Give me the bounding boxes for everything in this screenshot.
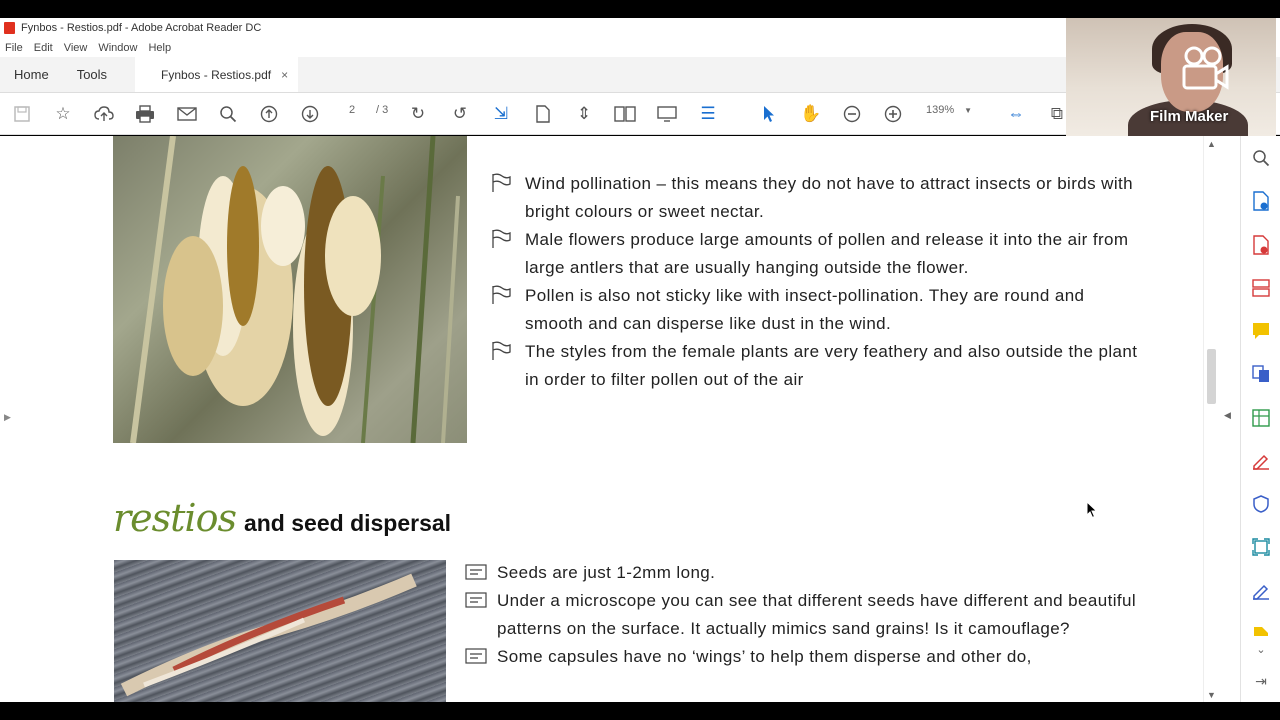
section-heading: restios and seed dispersal <box>113 496 451 546</box>
heading-script-word: restios <box>113 496 237 540</box>
scrolling-icon[interactable]: ⇕ <box>573 103 595 125</box>
checklist-bullet-icon <box>465 592 487 608</box>
flag-bullet-icon <box>492 285 511 304</box>
page-number-input[interactable]: 2 <box>340 104 364 116</box>
bullet-text: Seeds are just 1-2mm long. <box>497 563 716 582</box>
bullet-text: Wind pollination – this means they do no… <box>525 174 1134 221</box>
hand-tool-icon[interactable]: ✋ <box>800 103 822 125</box>
fit-width-icon[interactable]: ⇔ <box>1005 103 1027 125</box>
checklist-bullet-icon <box>465 648 487 664</box>
menu-window[interactable]: Window <box>98 42 137 54</box>
webcam-label: Film Maker <box>1150 108 1229 125</box>
edit-pen-icon[interactable] <box>1250 580 1272 602</box>
search-icon[interactable] <box>1250 147 1272 169</box>
screen-bottom-border <box>0 702 1280 720</box>
bookmark-star-icon[interactable]: ☆ <box>52 103 74 125</box>
more-tools-icon[interactable]: ⧉ <box>1046 103 1068 125</box>
acrobat-app-icon <box>4 22 15 34</box>
list-item: Pollen is also not sticky like with inse… <box>490 282 1140 338</box>
tab-home[interactable]: Home <box>0 57 63 92</box>
scrollbar-thumb[interactable] <box>1207 349 1216 404</box>
seed-dispersal-bullet-list: Seeds are just 1-2mm long. Under a micro… <box>465 559 1145 671</box>
menu-file[interactable]: File <box>5 42 23 54</box>
bullet-text: Some capsules have no ‘wings’ to help th… <box>497 647 1032 666</box>
collapse-right-panel-icon[interactable]: ◀ <box>1224 410 1231 421</box>
search-zoom-icon[interactable] <box>217 103 239 125</box>
vertical-scrollbar[interactable]: ▲ ▼ <box>1203 136 1219 702</box>
webcam-overlay: Film Maker <box>1066 18 1276 136</box>
organize-pages-icon[interactable] <box>1250 277 1272 299</box>
menu-edit[interactable]: Edit <box>34 42 53 54</box>
fill-sign-icon[interactable] <box>1250 450 1272 472</box>
export-pdf-icon[interactable] <box>1250 190 1272 212</box>
list-item: Seeds are just 1-2mm long. <box>465 559 1145 587</box>
checklist-bullet-icon <box>465 564 487 580</box>
bullet-text: Under a microscope you can see that diff… <box>497 591 1137 638</box>
zoom-level: 139% <box>926 104 955 116</box>
combine-files-icon[interactable] <box>1250 363 1272 385</box>
left-panel-toggle: ▶ <box>0 136 14 702</box>
expand-left-panel-icon[interactable]: ▶ <box>4 412 11 423</box>
window-title: Fynbos - Restios.pdf - Adobe Acrobat Rea… <box>21 22 262 34</box>
collapse-panel-icon[interactable]: ⇥ <box>1250 670 1272 692</box>
tab-document-label: Fynbos - Restios.pdf <box>161 67 272 82</box>
protect-shield-icon[interactable] <box>1250 493 1272 515</box>
print-icon[interactable] <box>134 103 156 125</box>
page-navigator: 2 / 3 <box>340 104 388 116</box>
scroll-up-icon[interactable]: ▲ <box>1207 139 1216 149</box>
flag-bullet-icon <box>492 341 511 360</box>
export-spreadsheet-icon[interactable] <box>1250 407 1272 429</box>
rotate-clockwise-icon[interactable]: ↻ <box>407 103 429 125</box>
menu-view[interactable]: View <box>64 42 88 54</box>
heading-text: and seed dispersal <box>243 510 452 536</box>
zoom-in-icon[interactable] <box>882 103 904 125</box>
presentation-icon[interactable] <box>656 103 678 125</box>
list-item: Under a microscope you can see that diff… <box>465 587 1145 643</box>
menu-help[interactable]: Help <box>148 42 171 54</box>
upload-cloud-icon[interactable] <box>93 103 115 125</box>
rotate-counterclockwise-icon[interactable]: ↺ <box>449 103 471 125</box>
list-item: Some capsules have no ‘wings’ to help th… <box>465 643 1145 671</box>
next-page-icon[interactable] <box>299 103 321 125</box>
zoom-selector[interactable]: 139% ▼ <box>926 104 972 116</box>
zoom-out-icon[interactable] <box>841 103 863 125</box>
select-cursor-icon[interactable] <box>758 103 780 125</box>
create-pdf-icon[interactable] <box>1250 234 1272 256</box>
screen-top-border <box>0 0 1280 18</box>
flag-bullet-icon <box>492 173 511 192</box>
enhance-scans-icon[interactable] <box>1250 536 1272 558</box>
scroll-down-icon[interactable]: ▼ <box>1207 690 1216 700</box>
tab-document[interactable]: Fynbos - Restios.pdf × <box>135 57 299 92</box>
email-icon[interactable] <box>176 103 198 125</box>
reading-mode-icon[interactable]: ☰ <box>697 103 719 125</box>
bullet-text: Male flowers produce large amounts of po… <box>525 230 1129 277</box>
video-camera-icon <box>1182 46 1229 90</box>
bullet-text: Pollen is also not sticky like with inse… <box>525 286 1085 333</box>
tab-tools[interactable]: Tools <box>63 57 121 92</box>
mouse-pointer-icon <box>1086 501 1098 519</box>
panel-scroll-down-icon[interactable]: ⌄ <box>1250 638 1272 660</box>
two-page-icon[interactable] <box>614 103 636 125</box>
list-item: The styles from the female plants are ve… <box>490 338 1140 394</box>
comment-icon[interactable] <box>1250 320 1272 342</box>
restio-flower-photo <box>113 136 467 443</box>
restio-seed-photo <box>114 560 446 702</box>
list-item: Wind pollination – this means they do no… <box>490 170 1140 226</box>
previous-page-icon[interactable] <box>258 103 280 125</box>
right-tools-panel: ⌄ ⇥ <box>1240 136 1280 702</box>
flag-bullet-icon <box>492 229 511 248</box>
close-tab-icon[interactable]: × <box>281 68 288 82</box>
page-count: / 3 <box>376 104 389 116</box>
save-icon[interactable] <box>11 103 33 125</box>
pollination-bullet-list: Wind pollination – this means they do no… <box>490 170 1140 394</box>
single-page-icon[interactable] <box>532 103 554 125</box>
bullet-text: The styles from the female plants are ve… <box>525 342 1138 389</box>
fit-page-icon[interactable]: ⇲ <box>490 103 512 125</box>
list-item: Male flowers produce large amounts of po… <box>490 226 1140 282</box>
chevron-down-icon: ▼ <box>964 105 973 115</box>
